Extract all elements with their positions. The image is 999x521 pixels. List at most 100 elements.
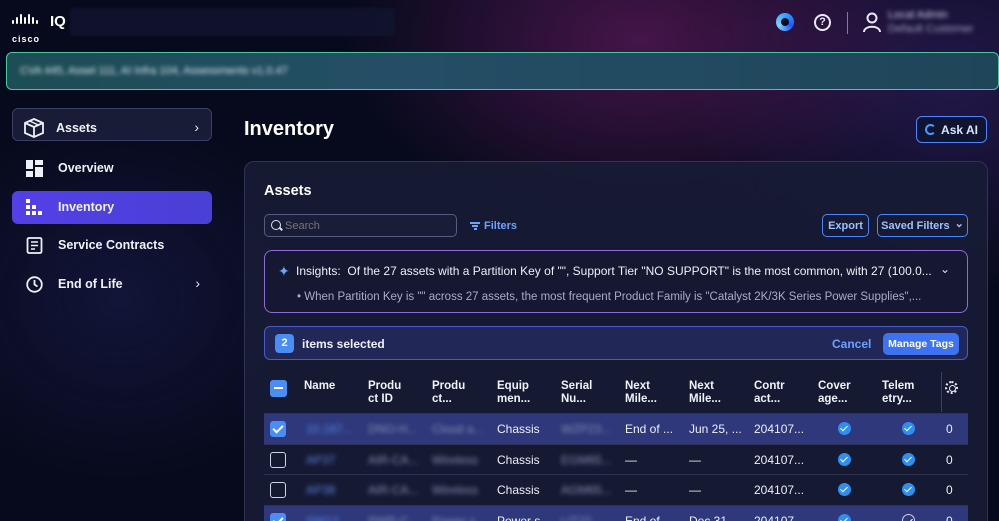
divider <box>941 372 942 412</box>
cell-serial: WZP23... <box>561 422 612 436</box>
sidebar-item-label: Overview <box>58 161 114 175</box>
row-checkbox[interactable] <box>270 482 286 498</box>
cisco-logo-bars-icon <box>12 12 42 24</box>
ai-assistant-icon[interactable] <box>776 13 794 31</box>
manage-tags-button[interactable]: Manage Tags <box>883 333 959 355</box>
user-menu[interactable]: Local Admin Default Customer <box>888 9 988 39</box>
sidebar-item-overview[interactable]: Overview <box>12 152 212 185</box>
user-org: Default Customer <box>888 23 974 35</box>
clock-icon <box>26 276 43 293</box>
cell-name[interactable]: AP37 <box>306 453 356 467</box>
cell-serial: AGM65... <box>561 483 612 497</box>
cell-count: 0 <box>946 452 953 467</box>
cell-equipment: Chassis <box>497 483 540 497</box>
page-title: Inventory <box>244 118 335 140</box>
panel-title: Assets <box>264 183 312 199</box>
chevron-down-icon[interactable]: ⌄ <box>940 262 950 276</box>
column-settings-icon[interactable] <box>945 381 958 394</box>
sidebar-item-service-contracts[interactable]: Service Contracts <box>12 229 212 262</box>
insights-prefix: Insights: <box>296 264 341 278</box>
sidebar-item-inventory[interactable]: Inventory <box>12 191 212 224</box>
cell-equipment: Chassis <box>497 422 540 436</box>
cell-product-id: AIR-CA... <box>368 483 418 497</box>
insights-summary: Insights: Of the 27 assets with a Partit… <box>296 264 936 278</box>
check-circle-icon <box>902 422 915 435</box>
document-icon <box>26 237 43 254</box>
table-row[interactable]: SW12 PWR-C... Power s... Power s... LIT22...… <box>264 504 968 521</box>
cell-next-milestone: End of ... <box>625 422 674 436</box>
help-icon[interactable]: ? <box>814 14 831 31</box>
table-row[interactable]: AP37 AIR-CA... Wireless Chassis EGM65... — — 20… <box>264 443 968 475</box>
banner-text: CVA 445, Asset 111, AI Infra 104, Assess… <box>20 65 288 77</box>
cell-product-id: PWR-C... <box>368 513 418 521</box>
check-circle-icon <box>838 513 851 521</box>
saved-filters-label: Saved Filters <box>881 219 950 232</box>
search-input[interactable] <box>264 214 457 237</box>
insights-detail: • When Partition Key is "" across 27 ass… <box>297 291 922 303</box>
cell-equipment: Power s... <box>497 513 551 521</box>
insights-text: Of the 27 assets with a Partition Key of… <box>347 264 932 278</box>
product-name: IQ <box>50 13 66 30</box>
cell-contract: 204107... <box>754 452 805 467</box>
cell-product: Wireless <box>432 483 479 497</box>
selected-text: items selected <box>302 337 385 351</box>
check-circle-icon <box>838 452 851 466</box>
check-circle-icon <box>838 422 851 435</box>
search-icon <box>271 220 281 230</box>
table-row[interactable]: AP38 AIR-CA... Wireless Chassis AGM65... — — 20… <box>264 474 968 505</box>
box-icon <box>24 118 44 138</box>
row-checkbox[interactable] <box>270 451 286 468</box>
check-circle-icon <box>902 452 915 466</box>
table-row[interactable]: 10.187... DNO-H... Cloud a... Chassis WZP23.… <box>264 413 968 444</box>
cell-name[interactable]: 10.187... <box>306 422 356 436</box>
filters-button[interactable]: Filters <box>470 220 517 232</box>
cell-product: Wireless <box>432 452 479 467</box>
cell-product-id: DNO-H... <box>368 422 418 436</box>
cell-name[interactable]: AP38 <box>306 483 356 497</box>
cell-product: Power s... <box>432 513 484 521</box>
chevron-right-icon: › <box>194 119 199 135</box>
saved-filters-dropdown[interactable]: Saved Filters ⌄ <box>877 214 968 237</box>
chevron-down-icon: ⌄ <box>954 217 964 230</box>
select-all-checkbox[interactable] <box>270 380 287 397</box>
insights-card: ✦ Insights: Of the 27 assets with a Part… <box>264 250 968 313</box>
brand-name: cisco <box>12 34 41 44</box>
sidebar-item-label: End of Life <box>58 277 123 291</box>
cell-contract: 204107... <box>754 422 805 436</box>
cell-next-milestone-date: — <box>689 452 701 467</box>
ai-icon <box>925 124 937 135</box>
divider <box>847 12 848 34</box>
cell-next-milestone-date: Dec 31, ... <box>689 513 744 521</box>
minus-circle-icon <box>902 513 915 521</box>
sidebar-item-end-of-life[interactable]: End of Life › <box>12 268 212 301</box>
cell-count: 0 <box>946 513 953 521</box>
check-circle-icon <box>838 483 851 496</box>
cell-serial: EGM65... <box>561 452 612 467</box>
ask-ai-label: Ask AI <box>941 122 978 137</box>
cell-next-milestone-date: Jun 25, ... <box>689 422 742 436</box>
row-checkbox[interactable] <box>270 421 286 437</box>
redacted-area <box>70 8 395 36</box>
cell-name[interactable]: SW12 <box>306 514 356 521</box>
selected-count-badge: 2 <box>275 334 294 353</box>
assets-panel: Assets Filters Export Saved Filters ⌄ ✦ … <box>244 161 988 521</box>
ask-ai-button[interactable]: Ask AI <box>916 116 987 143</box>
row-checkbox[interactable] <box>270 512 286 521</box>
sidebar-item-label: Service Contracts <box>58 238 165 252</box>
cell-count: 0 <box>946 483 953 497</box>
release-banner: CVA 445, Asset 111, AI Infra 104, Assess… <box>6 52 999 90</box>
cancel-button[interactable]: Cancel <box>832 337 871 351</box>
cell-count: 0 <box>946 422 953 436</box>
check-circle-icon <box>902 483 915 496</box>
cell-serial: LIT22... <box>561 513 602 521</box>
export-button[interactable]: Export <box>822 214 869 237</box>
user-icon[interactable] <box>861 11 883 33</box>
dashboard-icon <box>26 160 43 177</box>
sidebar-item-assets[interactable]: Assets › <box>12 108 212 141</box>
chevron-right-icon: › <box>195 275 200 291</box>
cell-product-id: AIR-CA... <box>368 452 418 467</box>
sparkle-icon: ✦ <box>278 263 290 279</box>
cell-product: Cloud a... <box>432 422 484 436</box>
cell-next-milestone: — <box>625 452 637 467</box>
export-label: Export <box>828 219 863 232</box>
